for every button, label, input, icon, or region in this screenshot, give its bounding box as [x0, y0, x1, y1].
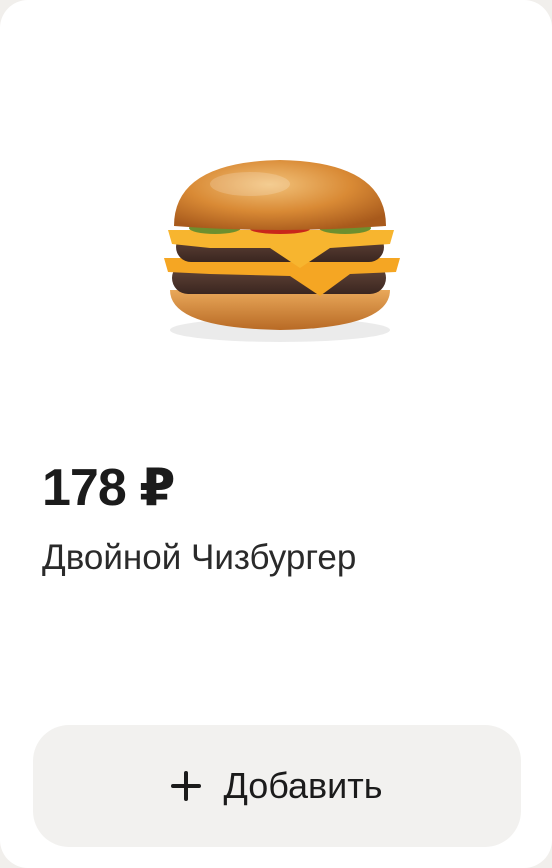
- burger-illustration: [164, 160, 400, 342]
- add-to-cart-button[interactable]: Добавить: [33, 725, 521, 847]
- plus-icon: [171, 771, 202, 801]
- product-name: Двойной Чизбургер: [42, 538, 357, 577]
- product-image[interactable]: [150, 150, 410, 350]
- add-button-label: Добавить: [223, 765, 383, 806]
- product-price: 178 ₽: [42, 459, 175, 517]
- product-card[interactable]: 178 ₽ Двойной Чизбургер Добавить: [0, 0, 552, 868]
